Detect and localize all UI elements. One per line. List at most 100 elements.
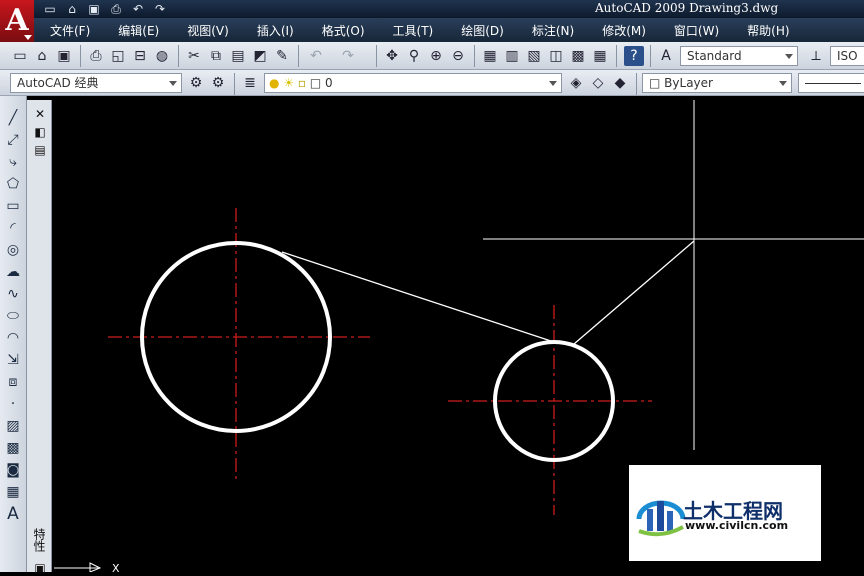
text-style-select[interactable]: Standard xyxy=(680,46,798,66)
tool-palettes-icon[interactable]: ▧ xyxy=(524,46,544,66)
layer-states-icon[interactable]: ◆ xyxy=(610,73,630,93)
workspace-settings-icon[interactable]: ⚙ xyxy=(186,73,206,93)
open-icon[interactable]: ⌂ xyxy=(32,46,52,66)
workspace-select[interactable]: AutoCAD 经典 xyxy=(10,73,182,93)
calculator-icon[interactable]: ▦ xyxy=(590,46,610,66)
zoom-previous-icon[interactable]: ⊖ xyxy=(448,46,468,66)
menu-view[interactable]: 视图(V) xyxy=(173,22,243,39)
menu-insert[interactable]: 插入(I) xyxy=(243,22,308,39)
ucs-x-label: X xyxy=(112,562,120,572)
new-icon[interactable]: ▭ xyxy=(40,1,60,17)
palette-bottom-icon[interactable]: ▣ xyxy=(32,560,48,576)
open-icon[interactable]: ⌂ xyxy=(62,1,82,17)
region-icon[interactable]: ◙ xyxy=(3,460,23,480)
dim-style-value: ISO xyxy=(837,49,858,63)
help-icon[interactable]: ? xyxy=(624,46,644,66)
plot-icon[interactable]: ⎙ xyxy=(86,46,106,66)
redo-icon[interactable]: ↷ xyxy=(150,1,170,17)
publish-icon[interactable]: ⊟ xyxy=(130,46,150,66)
save-icon[interactable]: ▣ xyxy=(84,1,104,17)
palette-title: 特性 xyxy=(32,528,46,552)
insert-block-icon[interactable]: ⇲ xyxy=(3,350,23,370)
standard-toolbar: ▭ ⌂ ▣ ⎙ ◱ ⊟ ◍ ✂ ⧉ ▤ ◩ ✎ ↶ ↷ ✥ ⚲ ⊕ ⊖ ▦ ▥ … xyxy=(0,42,864,70)
circle-icon[interactable]: ◎ xyxy=(3,240,23,260)
sheet-set-icon[interactable]: ◫ xyxy=(546,46,566,66)
dim-style-icon[interactable]: ⟂ xyxy=(806,46,826,66)
ellipse-arc-icon[interactable]: ◠ xyxy=(3,328,23,348)
customize-icon[interactable]: ⚙ xyxy=(208,73,228,93)
window-title: AutoCAD 2009 Drawing3.dwg xyxy=(595,1,779,15)
multiline-text-icon[interactable]: A xyxy=(3,504,23,524)
3d-dwf-icon[interactable]: ◍ xyxy=(152,46,172,66)
menu-edit[interactable]: 编辑(E) xyxy=(104,22,173,39)
make-current-layer-icon[interactable]: ◈ xyxy=(566,73,586,93)
chevron-down-icon xyxy=(169,81,177,86)
menu-dimension[interactable]: 标注(N) xyxy=(518,22,588,39)
match-properties-icon[interactable]: ✎ xyxy=(272,46,292,66)
revision-cloud-icon[interactable]: ☁ xyxy=(3,262,23,282)
zoom-window-icon[interactable]: ⊕ xyxy=(426,46,446,66)
arc-icon[interactable]: ◜ xyxy=(3,218,23,238)
menu-tools[interactable]: 工具(T) xyxy=(379,22,448,39)
paste-icon[interactable]: ▤ xyxy=(228,46,248,66)
layer-value: 0 xyxy=(325,76,333,90)
pan-icon[interactable]: ✥ xyxy=(382,46,402,66)
separator xyxy=(80,45,81,67)
plot-preview-icon[interactable]: ◱ xyxy=(108,46,128,66)
print-icon[interactable]: ⎙ xyxy=(106,1,126,17)
layer-previous-icon[interactable]: ◇ xyxy=(588,73,608,93)
menu-window[interactable]: 窗口(W) xyxy=(660,22,733,39)
color-select[interactable]: □ ByLayer xyxy=(642,73,792,93)
menu-modify[interactable]: 修改(M) xyxy=(588,22,660,39)
application-menu-button[interactable]: A xyxy=(0,0,34,42)
undo-icon[interactable]: ↶ xyxy=(128,1,148,17)
ucs-icon: X xyxy=(54,562,120,572)
gradient-icon[interactable]: ▩ xyxy=(3,438,23,458)
cut-icon[interactable]: ✂ xyxy=(184,46,204,66)
separator xyxy=(298,45,299,67)
layer-on-icon: ● xyxy=(269,76,280,90)
layers-toolbar: AutoCAD 经典 ⚙ ⚙ ≣ ● ☀ ▫ □ 0 ◈ ◇ ◆ □ ByLay… xyxy=(0,70,864,96)
new-icon[interactable]: ▭ xyxy=(10,46,30,66)
geometry xyxy=(140,240,695,462)
hatch-icon[interactable]: ▨ xyxy=(3,416,23,436)
line-icon[interactable]: ╱ xyxy=(3,108,23,128)
point-icon[interactable]: · xyxy=(3,394,23,414)
undo-icon[interactable]: ↶ xyxy=(306,46,326,66)
separator xyxy=(636,73,637,95)
layer-lock-icon: ▫ xyxy=(297,76,307,90)
separator xyxy=(376,45,377,67)
menu-format[interactable]: 格式(O) xyxy=(308,22,379,39)
palette-properties-icon[interactable]: ▤ xyxy=(32,142,48,158)
make-block-icon[interactable]: ⧈ xyxy=(3,372,23,392)
menu-file[interactable]: 文件(F) xyxy=(34,22,104,39)
menu-draw[interactable]: 绘图(D) xyxy=(447,22,518,39)
close-icon[interactable]: ✕ xyxy=(32,106,48,122)
design-center-icon[interactable]: ▥ xyxy=(502,46,522,66)
text-style-icon[interactable]: A xyxy=(656,46,676,66)
save-icon[interactable]: ▣ xyxy=(54,46,74,66)
markup-icon[interactable]: ▩ xyxy=(568,46,588,66)
title-bar: ▭ ⌂ ▣ ⎙ ↶ ↷ AutoCAD 2009 Drawing3.dwg xyxy=(0,0,864,18)
linetype-select[interactable] xyxy=(798,73,864,93)
paste-block-icon[interactable]: ◩ xyxy=(250,46,270,66)
watermark-logo xyxy=(636,500,686,537)
table-icon[interactable]: ▦ xyxy=(3,482,23,502)
polygon-icon[interactable]: ⬠ xyxy=(3,174,23,194)
dim-style-select[interactable]: ISO xyxy=(830,46,864,66)
redo-icon[interactable]: ↷ xyxy=(338,46,358,66)
ellipse-icon[interactable]: ⬭ xyxy=(3,306,23,326)
copy-icon[interactable]: ⧉ xyxy=(206,46,226,66)
construction-line-icon[interactable]: ⤢ xyxy=(3,130,23,150)
menu-bar: 文件(F) 编辑(E) 视图(V) 插入(I) 格式(O) 工具(T) 绘图(D… xyxy=(34,18,864,42)
polyline-icon[interactable]: ⤷ xyxy=(3,152,23,172)
rectangle-icon[interactable]: ▭ xyxy=(3,196,23,216)
zoom-realtime-icon[interactable]: ⚲ xyxy=(404,46,424,66)
properties-icon[interactable]: ▦ xyxy=(480,46,500,66)
menu-help[interactable]: 帮助(H) xyxy=(733,22,803,39)
layer-select[interactable]: ● ☀ ▫ □ 0 xyxy=(264,73,562,93)
layer-manager-icon[interactable]: ≣ xyxy=(240,73,260,93)
auto-hide-icon[interactable]: ◧ xyxy=(32,124,48,140)
spline-icon[interactable]: ∿ xyxy=(3,284,23,304)
linetype-preview xyxy=(805,83,861,84)
